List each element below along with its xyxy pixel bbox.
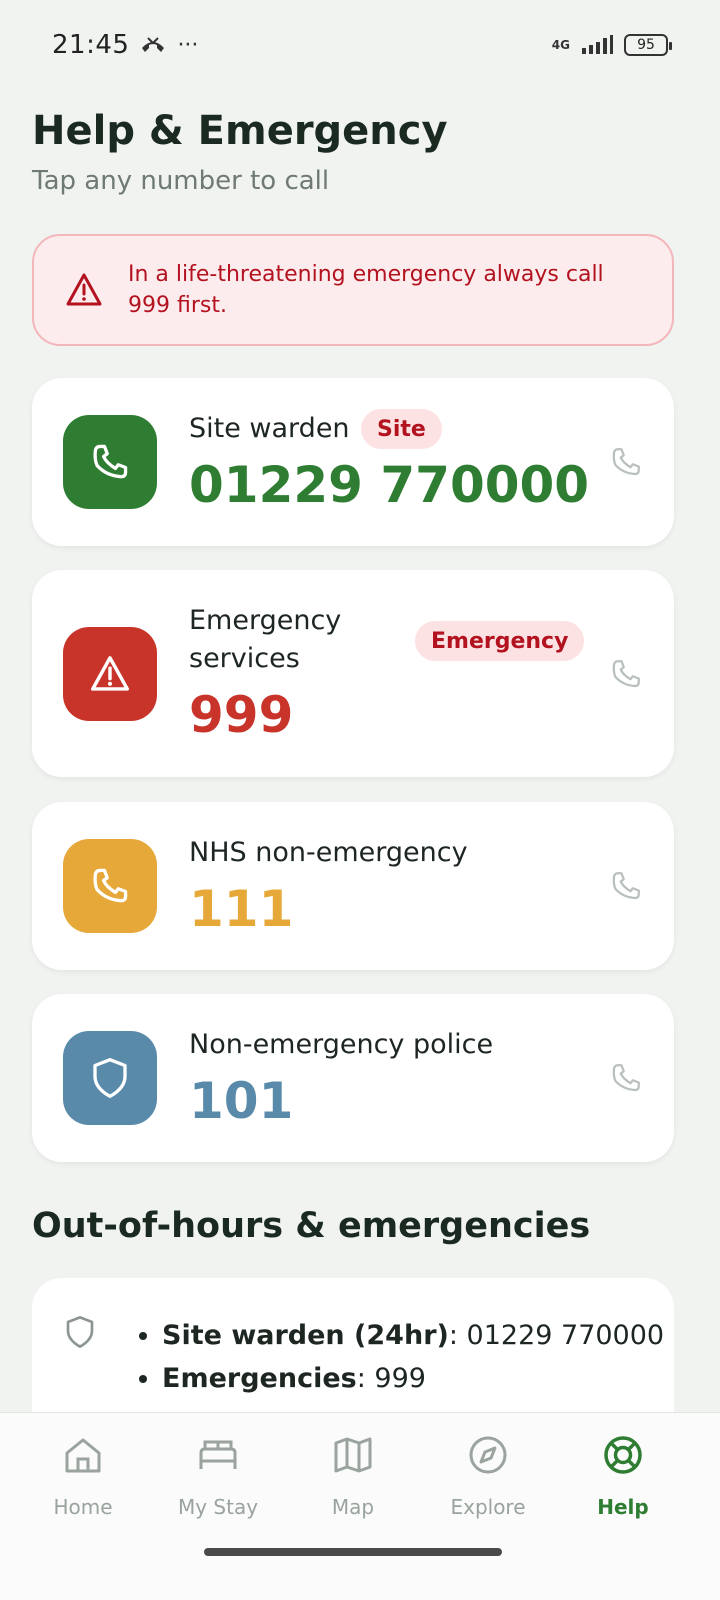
nav-item-home[interactable]: Home <box>18 1433 148 1519</box>
out-of-hours-list: Site warden (24hr): 01229 770000 Emergen… <box>162 1314 664 1400</box>
status-bar: 21:45 ··· 4G 95 <box>0 0 720 90</box>
contact-card-nhs[interactable]: NHS non-emergency 111 <box>32 802 674 970</box>
contact-card-emergency-services[interactable]: Emergency services Emergency 999 <box>32 570 674 777</box>
status-time: 21:45 <box>52 30 130 60</box>
contact-name: Emergency services <box>189 605 342 674</box>
lifebuoy-icon <box>604 1436 642 1474</box>
phone-icon <box>63 415 157 509</box>
nav-label: Explore <box>450 1495 526 1519</box>
nav-label: Help <box>597 1495 649 1519</box>
contact-card-police[interactable]: Non-emergency police 101 <box>32 994 674 1162</box>
page-title: Help & Emergency <box>32 108 448 154</box>
call-icon[interactable] <box>608 1060 644 1096</box>
section-title: Out-of-hours & emergencies <box>32 1206 591 1246</box>
contact-badge: Site <box>361 409 442 449</box>
battery-level: 95 <box>637 37 655 53</box>
warning-icon <box>66 273 102 306</box>
list-item[interactable]: Site warden (24hr): 01229 770000 <box>162 1314 664 1357</box>
nav-item-map[interactable]: Map <box>288 1433 418 1519</box>
missed-call-icon <box>142 37 165 52</box>
contact-badge: Emergency <box>415 621 585 661</box>
page-subtitle: Tap any number to call <box>32 166 330 196</box>
signal-icon <box>582 35 613 54</box>
call-icon[interactable] <box>608 656 644 692</box>
nav-item-explore[interactable]: Explore <box>423 1433 553 1519</box>
list-item[interactable]: Emergencies: 999 <box>162 1357 664 1400</box>
phone-icon <box>63 839 157 933</box>
nav-label: Map <box>331 1495 375 1519</box>
more-notifications-icon: ··· <box>177 32 199 58</box>
contact-name: NHS non-emergency <box>189 837 468 868</box>
emergency-alert-banner: In a life-threatening emergency always c… <box>32 234 674 346</box>
contact-number[interactable]: 111 <box>189 880 293 938</box>
contact-name: Non-emergency police <box>189 1029 494 1060</box>
contact-number[interactable]: 101 <box>189 1072 293 1130</box>
contact-card-site-warden[interactable]: Site warden Site 01229 770000 <box>32 378 674 546</box>
home-indicator[interactable] <box>204 1548 502 1556</box>
shield-icon <box>66 1316 94 1348</box>
network-type: 4G <box>551 38 570 52</box>
nav-item-help[interactable]: Help <box>558 1433 688 1519</box>
contact-number[interactable]: 01229 770000 <box>189 456 589 514</box>
compass-icon <box>469 1436 507 1474</box>
nav-label: Home <box>53 1495 113 1519</box>
battery-icon: 95 <box>624 34 672 56</box>
warning-icon <box>63 627 157 721</box>
bottom-navigation: Home My Stay Map Explore Help <box>0 1412 720 1600</box>
bed-icon <box>199 1440 237 1469</box>
home-icon <box>65 1438 101 1473</box>
shield-icon <box>63 1031 157 1125</box>
nav-label: My Stay <box>177 1495 259 1519</box>
map-icon <box>334 1437 372 1473</box>
alert-text: In a life-threatening emergency always c… <box>128 262 604 318</box>
contact-number[interactable]: 999 <box>189 686 293 744</box>
nav-item-my-stay[interactable]: My Stay <box>153 1433 283 1519</box>
contact-name: Site warden <box>189 413 350 444</box>
call-icon[interactable] <box>608 444 644 480</box>
call-icon[interactable] <box>608 868 644 904</box>
